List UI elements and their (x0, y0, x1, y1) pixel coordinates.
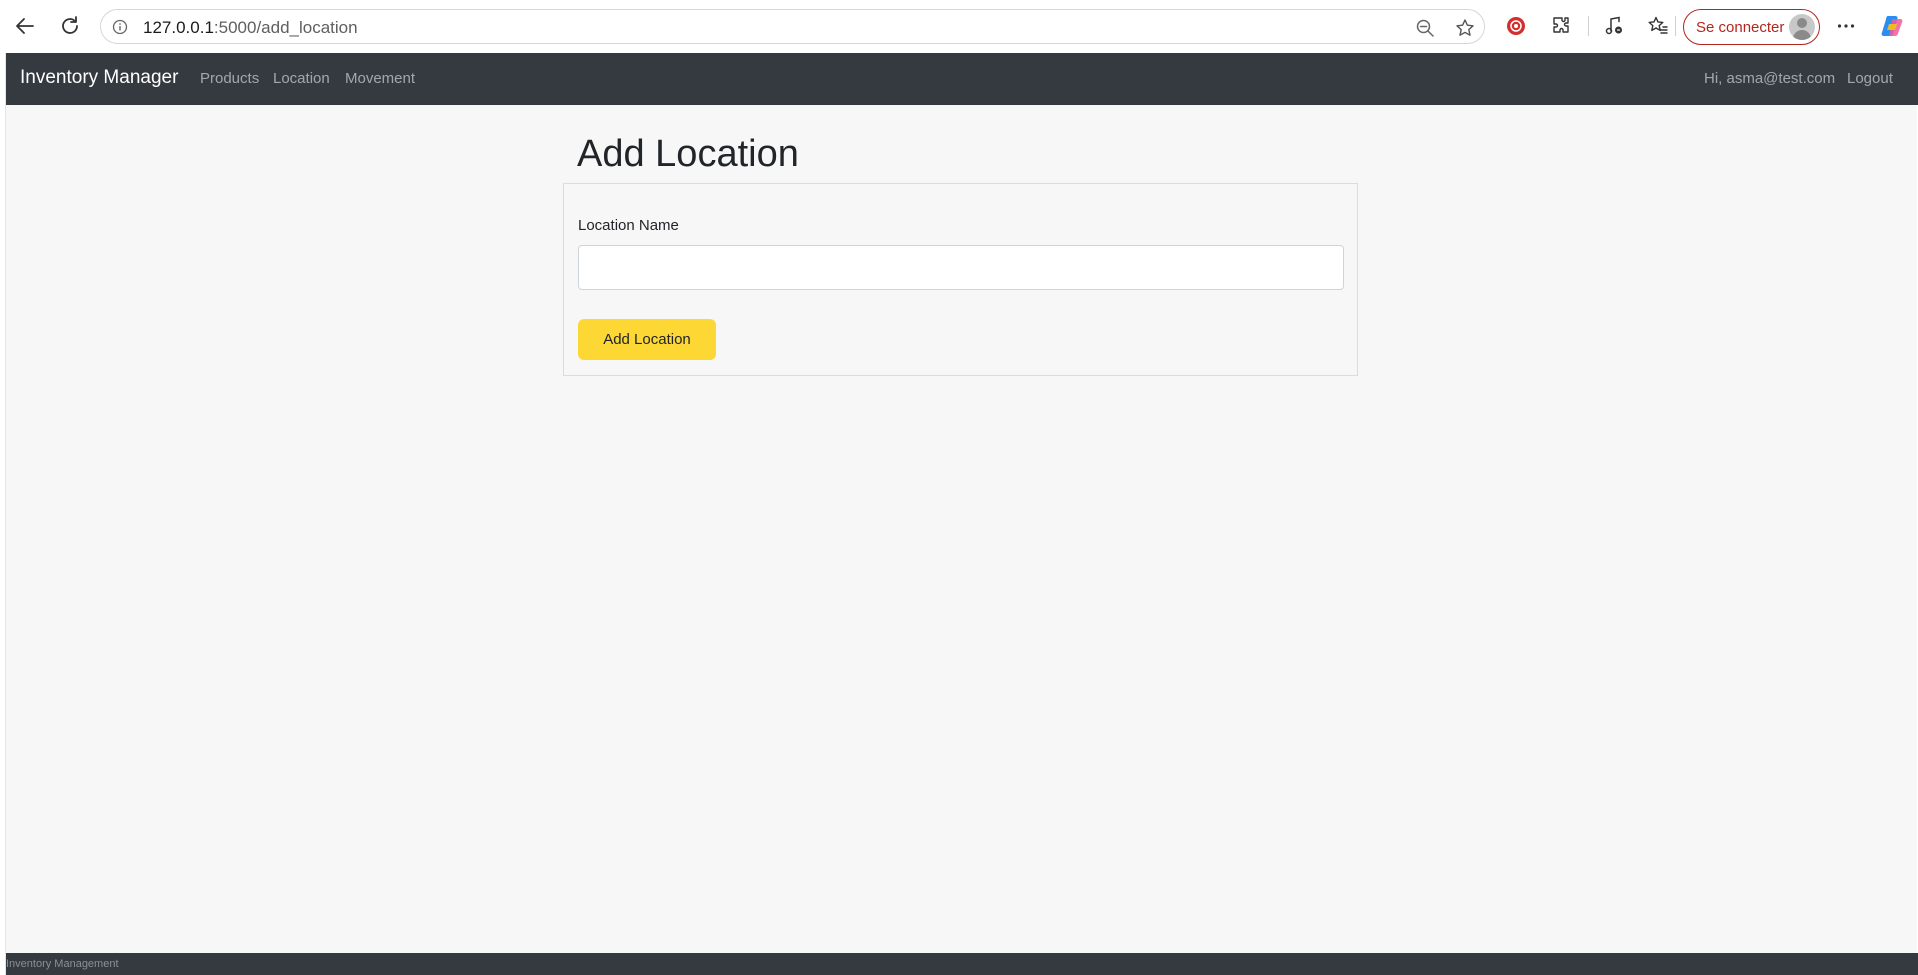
location-name-input[interactable] (578, 245, 1344, 290)
browser-toolbar: 127.0.0.1:5000/add_location Se connecter (0, 0, 1918, 53)
page-viewport: Inventory Manager Products Location Move… (5, 53, 1918, 975)
location-name-label: Location Name (578, 217, 679, 234)
sign-in-button[interactable]: Se connecter (1683, 9, 1820, 45)
page-title: Add Location (577, 133, 799, 175)
url-host: 127.0.0.1 (143, 18, 214, 37)
more-icon[interactable] (1833, 13, 1859, 39)
nav-movement[interactable]: Movement (345, 70, 415, 87)
nav-products[interactable]: Products (200, 70, 259, 87)
brand-link[interactable]: Inventory Manager (20, 67, 178, 89)
add-location-form: Location Name Add Location (563, 183, 1358, 376)
avatar (1789, 14, 1815, 40)
site-info-icon[interactable] (111, 18, 129, 36)
add-location-button[interactable]: Add Location (578, 319, 716, 360)
zoom-out-icon[interactable] (1414, 17, 1436, 39)
logout-link[interactable]: Logout (1847, 70, 1893, 87)
page-footer: Inventory Management (6, 953, 1918, 975)
footer-text: Inventory Management (6, 958, 119, 970)
favorites-icon[interactable] (1645, 13, 1671, 39)
extensions-puzzle-icon[interactable] (1548, 13, 1574, 39)
user-greeting: Hi, asma@test.com (1704, 70, 1836, 87)
address-url[interactable]: 127.0.0.1:5000/add_location (143, 18, 358, 38)
copilot-icon[interactable] (1879, 13, 1905, 39)
media-icon[interactable] (1601, 13, 1627, 39)
nav-location[interactable]: Location (273, 70, 330, 87)
url-path: :5000/add_location (213, 18, 358, 37)
favorite-star-icon[interactable] (1454, 17, 1476, 39)
extension-red-icon[interactable] (1503, 13, 1529, 39)
sign-in-label: Se connecter (1696, 18, 1785, 36)
app-navbar: Inventory Manager Products Location Move… (6, 53, 1918, 105)
toolbar-divider (1588, 16, 1589, 36)
back-icon[interactable] (10, 11, 40, 41)
address-bar[interactable]: 127.0.0.1:5000/add_location (100, 9, 1485, 44)
toolbar-divider (1675, 16, 1676, 36)
reload-icon[interactable] (55, 11, 85, 41)
